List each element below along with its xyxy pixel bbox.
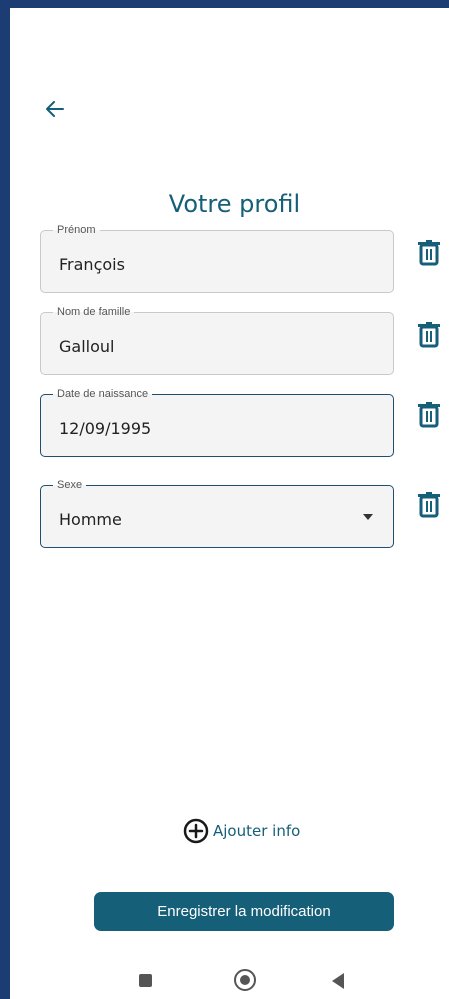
home-icon[interactable] — [234, 969, 256, 991]
sex-select[interactable]: Sexe Homme — [40, 478, 394, 548]
app-frame: Votre profil Prénom François Nom de fami… — [0, 0, 449, 999]
first-name-value: François — [59, 255, 125, 274]
add-info-label: Ajouter info — [213, 822, 301, 840]
delete-first-name-button[interactable] — [418, 240, 440, 266]
nav-back-icon[interactable] — [332, 973, 344, 989]
recent-apps-icon[interactable] — [139, 974, 152, 987]
add-info-button[interactable]: Ajouter info — [183, 816, 300, 846]
sex-label: Sexe — [53, 478, 87, 492]
last-name-label: Nom de famille — [53, 305, 135, 319]
arrow-left-icon — [46, 101, 64, 117]
system-nav-bar — [20, 963, 449, 999]
trash-icon — [418, 402, 440, 428]
sex-value: Homme — [59, 510, 122, 529]
delete-birth-date-button[interactable] — [418, 402, 440, 428]
trash-icon — [418, 240, 440, 266]
caret-down-icon — [363, 514, 373, 520]
last-name-field[interactable]: Nom de famille Galloul — [40, 305, 394, 375]
trash-icon — [418, 492, 440, 518]
last-name-value: Galloul — [59, 337, 115, 356]
birth-date-value: 12/09/1995 — [59, 419, 152, 438]
delete-sex-button[interactable] — [418, 492, 440, 518]
plus-circle-icon — [183, 818, 209, 844]
first-name-field[interactable]: Prénom François — [40, 223, 394, 293]
birth-date-field[interactable]: Date de naissance 12/09/1995 — [40, 387, 394, 457]
trash-icon — [418, 322, 440, 348]
first-name-label: Prénom — [53, 223, 100, 237]
save-button[interactable]: Enregistrer la modification — [94, 892, 394, 931]
delete-last-name-button[interactable] — [418, 322, 440, 348]
birth-date-label: Date de naissance — [53, 387, 153, 401]
back-button[interactable] — [42, 96, 68, 122]
page-title: Votre profil — [168, 190, 301, 218]
